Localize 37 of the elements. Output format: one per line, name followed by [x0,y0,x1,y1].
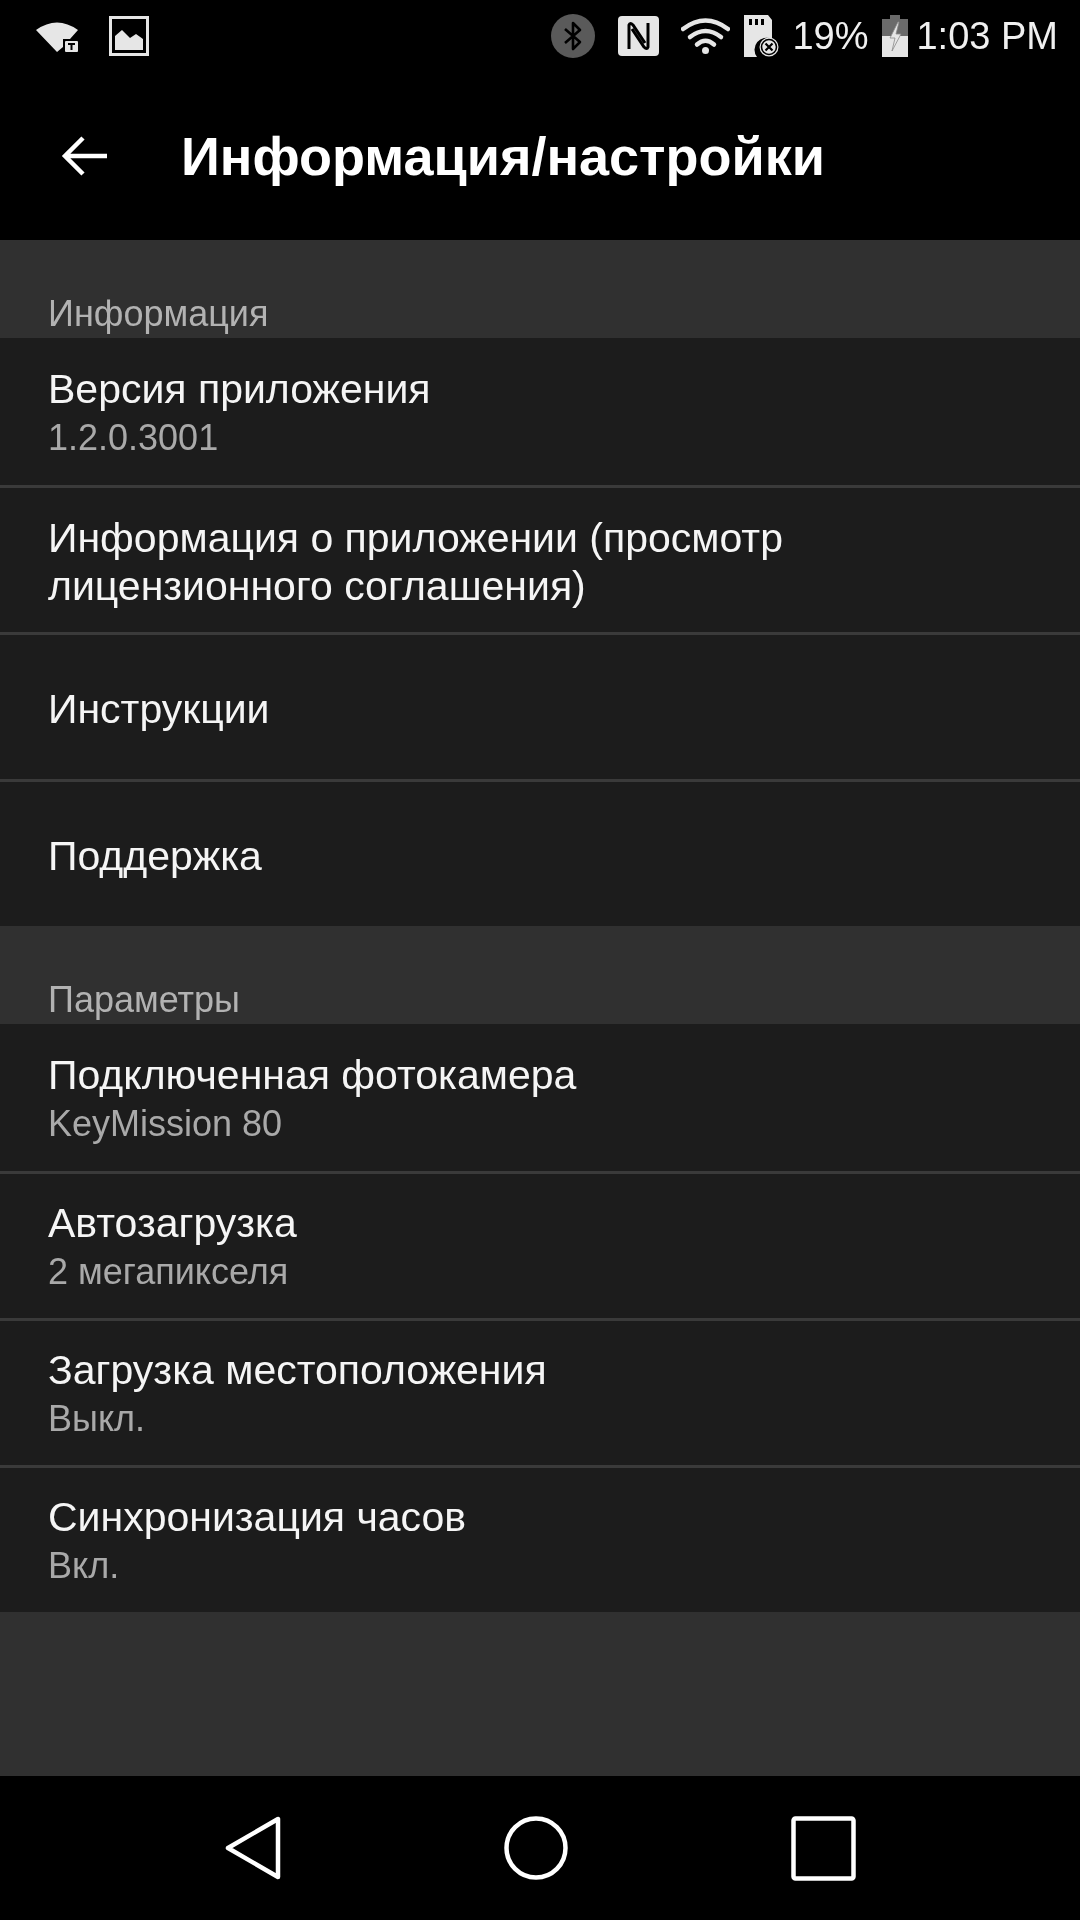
item-title: Автозагрузка [48,1199,298,1247]
item-title: Информация о приложении (просмотр лицензионного соглашения) [48,514,784,610]
settings-item[interactable]: Автозагрузка 2 мегапикселя [0,1171,1080,1318]
settings-item[interactable]: Синхронизация часов Вкл. [0,1465,1080,1612]
wifi-icon [36,20,78,52]
recents-icon[interactable] [790,1815,856,1881]
item-value: 2 мегапикселя [48,1250,290,1294]
image-icon [109,16,149,56]
settings-item[interactable]: Подключенная фотокамера KeyMission 80 [0,1024,1080,1171]
settings-item[interactable]: Версия приложения 1.2.0.3001 [0,338,1080,485]
screen-title: Информация/настройки [181,125,825,188]
status-time: 1:03 PM [916,14,1058,58]
nav-back-icon[interactable] [224,1816,281,1880]
item-title: Синхронизация часов [48,1493,468,1541]
sd-card-icon [744,15,781,57]
section-header: Параметры [48,980,240,1020]
item-title: Поддержка [48,832,263,880]
battery-charging-icon [882,15,909,57]
item-title: Подключенная фотокамера [48,1050,578,1099]
item-value: KeyMission 80 [48,1101,284,1146]
battery-percent: 19% [792,14,869,58]
item-value: 1.2.0.3001 [48,415,220,460]
item-value: Вкл. [48,1544,121,1588]
home-icon[interactable] [503,1816,568,1880]
bluetooth-icon [551,14,596,58]
wifi-icon [681,18,731,54]
item-title: Инструкции [48,685,271,733]
settings-item[interactable]: Загрузка местоположения Выкл. [0,1318,1080,1465]
settings-item[interactable]: Информация о приложении (просмотр лицензионного соглашения) [0,485,1080,632]
item-title: Версия приложения [48,364,432,413]
nfc-icon [618,16,660,56]
settings-item[interactable]: Поддержка [0,779,1080,926]
section-header: Информация [48,294,269,334]
item-value: Выкл. [48,1397,147,1441]
back-arrow-icon[interactable] [61,136,108,176]
item-title: Загрузка местоположения [48,1346,548,1394]
settings-item[interactable]: Инструкции [0,632,1080,779]
